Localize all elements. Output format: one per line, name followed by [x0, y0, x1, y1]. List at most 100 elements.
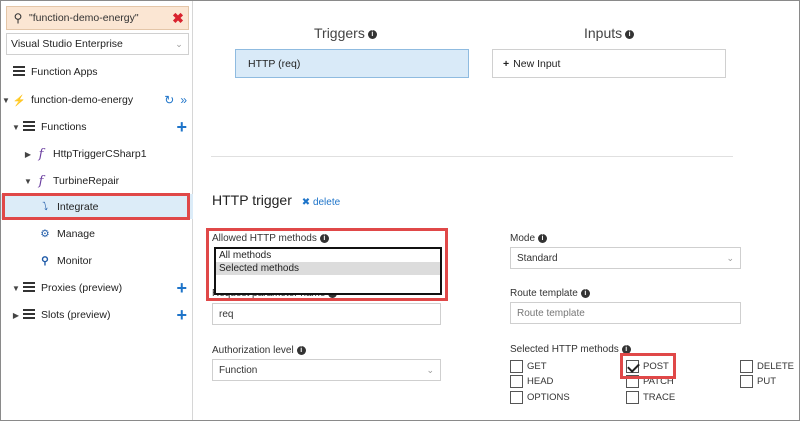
- checkbox-trace[interactable]: TRACE: [626, 391, 675, 404]
- function-icon: f: [38, 173, 44, 189]
- inputs-heading: Inputs i: [584, 25, 635, 41]
- checkbox-box[interactable]: [626, 391, 639, 404]
- info-icon[interactable]: i: [625, 29, 635, 39]
- route-template-label: Route template i: [510, 288, 590, 299]
- info-icon[interactable]: i: [580, 288, 590, 298]
- chevron-down-icon: ⌄: [426, 364, 434, 375]
- checkbox-box[interactable]: [510, 375, 523, 388]
- checkbox-delete[interactable]: DELETE: [740, 360, 794, 373]
- search-box[interactable]: ⚲ "function-demo-energy" ✖: [6, 6, 189, 30]
- sidebar-item-function1[interactable]: ▶ f HttpTriggerCSharp1: [1, 141, 193, 167]
- checkbox-options[interactable]: OPTIONS: [510, 391, 570, 404]
- collapse-arrow-icon[interactable]: ▼: [1, 96, 11, 105]
- collapse-arrow-icon[interactable]: ▼: [23, 177, 33, 186]
- main-panel: Triggers i Inputs i HTTP (req) + New Input…: [194, 1, 799, 420]
- delete-link[interactable]: ✖ delete: [302, 197, 340, 208]
- new-input-button[interactable]: + New Input: [492, 49, 726, 78]
- magnifier-icon: ⚲: [41, 255, 49, 267]
- checkbox-label: GET: [527, 361, 547, 372]
- sidebar-item-label: HttpTriggerCSharp1: [53, 148, 147, 160]
- trigger-item-label: HTTP (req): [248, 57, 301, 70]
- new-input-label: New Input: [513, 57, 561, 70]
- add-function-icon[interactable]: +: [176, 118, 187, 136]
- sidebar-item-label: Functions: [41, 121, 87, 133]
- collapse-arrow-icon[interactable]: ▼: [11, 123, 21, 132]
- checkbox-label: OPTIONS: [527, 392, 570, 403]
- sidebar-item-label: function-demo-energy: [31, 94, 134, 106]
- plus-icon: +: [503, 57, 510, 70]
- refresh-icon[interactable]: ↻: [164, 93, 174, 107]
- request-param-input[interactable]: req: [212, 303, 441, 325]
- list-icon: [21, 120, 37, 134]
- collapse-arrow-icon[interactable]: ▼: [11, 284, 21, 293]
- triggers-heading-text: Triggers: [314, 25, 365, 41]
- function-icon: f: [38, 146, 44, 162]
- info-icon[interactable]: i: [538, 233, 548, 243]
- checkbox-label: DELETE: [757, 361, 794, 372]
- expand-icon[interactable]: »: [180, 93, 187, 107]
- route-template-text: Route template: [510, 288, 578, 299]
- inputs-heading-text: Inputs: [584, 25, 623, 41]
- chevron-down-icon: ⌄: [726, 252, 734, 263]
- sidebar-item-function-apps[interactable]: Function Apps: [1, 59, 193, 85]
- add-slot-icon[interactable]: +: [176, 306, 187, 324]
- checkbox-box[interactable]: [510, 391, 523, 404]
- sidebar-item-app[interactable]: ▼ ⚡ function-demo-energy ↻ »: [1, 87, 193, 113]
- sidebar-item-label: TurbineRepair: [53, 175, 120, 187]
- checkbox-label: TRACE: [643, 392, 676, 403]
- list-icon: [21, 308, 37, 322]
- search-input[interactable]: "function-demo-energy": [29, 12, 168, 24]
- sidebar-item-label: Slots (preview): [41, 309, 111, 321]
- mode-value: Standard: [517, 252, 558, 264]
- sidebar-item-label: Monitor: [57, 255, 93, 267]
- info-icon[interactable]: i: [296, 345, 306, 355]
- checkbox-get[interactable]: GET: [510, 360, 547, 373]
- auth-level-select[interactable]: Function ⌄: [212, 359, 441, 381]
- section-title-text: HTTP trigger: [212, 192, 292, 208]
- auth-level-value: Function: [219, 364, 258, 376]
- checkbox-put[interactable]: PUT: [740, 375, 776, 388]
- sidebar-item-function2[interactable]: ▼ f TurbineRepair: [1, 168, 193, 194]
- delete-label: delete: [312, 197, 341, 208]
- list-icon: [21, 281, 37, 295]
- subscription-select[interactable]: Visual Studio Enterprise ⌄: [6, 33, 189, 55]
- checkbox-box[interactable]: [740, 360, 753, 373]
- sidebar-item-functions[interactable]: ▼ Functions +: [1, 114, 193, 140]
- mode-select[interactable]: Standard ⌄: [510, 247, 741, 269]
- auth-level-text: Authorization level: [212, 345, 294, 356]
- function-app-icon: ⚡: [12, 94, 26, 107]
- sidebar-item-label: Manage: [57, 228, 95, 240]
- sidebar-item-proxies[interactable]: ▼ Proxies (preview) +: [1, 275, 193, 301]
- mode-label: Mode i: [510, 233, 548, 244]
- route-template-placeholder: Route template: [517, 307, 585, 319]
- checkbox-box[interactable]: [740, 375, 753, 388]
- divider: [211, 156, 733, 157]
- route-template-input[interactable]: Route template: [510, 302, 741, 324]
- chevron-down-icon: ⌄: [175, 38, 183, 49]
- section-title: HTTP trigger ✖ delete: [212, 192, 340, 208]
- triggers-heading: Triggers i: [314, 25, 377, 41]
- sidebar-item-manage[interactable]: ⚙ Manage: [1, 221, 193, 247]
- trigger-item[interactable]: HTTP (req): [235, 49, 469, 78]
- clear-search-icon[interactable]: ✖: [168, 10, 188, 27]
- expand-arrow-icon[interactable]: ▶: [11, 311, 21, 320]
- expand-arrow-icon[interactable]: ▶: [23, 150, 33, 159]
- highlight-integrate: [2, 193, 190, 220]
- selected-methods-text: Selected HTTP methods: [510, 344, 619, 355]
- list-icon: [11, 65, 27, 79]
- add-proxy-icon[interactable]: +: [176, 279, 187, 297]
- checkbox-label: HEAD: [527, 376, 554, 387]
- sidebar-item-monitor[interactable]: ⚲ Monitor: [1, 248, 193, 274]
- mode-text: Mode: [510, 233, 536, 244]
- highlight-post: [620, 353, 676, 379]
- checkbox-head[interactable]: HEAD: [510, 375, 553, 388]
- info-icon[interactable]: i: [367, 29, 377, 39]
- request-param-value: req: [219, 308, 234, 320]
- highlight-allowed-methods: [206, 228, 448, 301]
- sidebar-item-label: Function Apps: [31, 66, 98, 78]
- sidebar-item-slots[interactable]: ▶ Slots (preview) +: [1, 302, 193, 328]
- checkbox-box[interactable]: [510, 360, 523, 373]
- auth-level-label: Authorization level i: [212, 345, 306, 356]
- checkbox-label: PUT: [757, 376, 776, 387]
- sidebar-item-label: Proxies (preview): [41, 282, 123, 294]
